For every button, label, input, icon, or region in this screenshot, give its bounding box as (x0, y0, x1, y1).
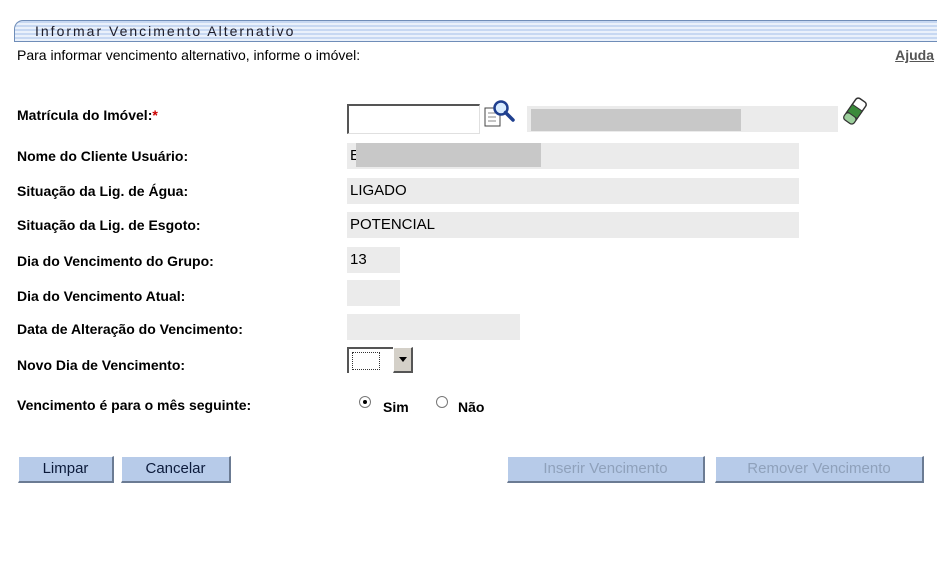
cancelar-button[interactable]: Cancelar (121, 456, 231, 483)
agua-label: Situação da Lig. de Água: (17, 183, 189, 199)
matricula-input[interactable] (347, 104, 480, 134)
novo-dia-select[interactable] (347, 347, 413, 373)
agua-value: LIGADO (347, 178, 799, 204)
radio-nao-label: Não (458, 399, 485, 415)
form-title-bar: Informar Vencimento Alternativo (14, 20, 937, 42)
mes-seguinte-label: Vencimento é para o mês seguinte: (17, 397, 252, 413)
required-mark: * (152, 107, 158, 123)
form-title: Informar Vencimento Alternativo (35, 23, 296, 39)
eraser-icon[interactable] (842, 95, 868, 127)
inserir-vencimento-button[interactable]: Inserir Vencimento (507, 456, 705, 483)
dia-grupo-label: Dia do Vencimento do Grupo: (17, 253, 214, 269)
redacted-block (531, 109, 741, 131)
remover-vencimento-button[interactable]: Remover Vencimento (715, 456, 924, 483)
radio-sim[interactable] (359, 396, 371, 408)
help-link[interactable]: Ajuda (895, 47, 934, 63)
radio-nao[interactable] (436, 396, 448, 408)
matricula-label: Matrícula do Imóvel:* (17, 107, 158, 123)
dia-grupo-value: 13 (347, 247, 400, 273)
redacted-block (356, 143, 541, 167)
limpar-button[interactable]: Limpar (18, 456, 114, 483)
cliente-label: Nome do Cliente Usuário: (17, 148, 189, 164)
instructions-text: Para informar vencimento alternativo, in… (17, 47, 361, 63)
chevron-down-icon[interactable] (393, 347, 413, 373)
select-box[interactable] (347, 347, 393, 373)
data-alteracao-label: Data de Alteração do Vencimento: (17, 321, 243, 337)
search-icon[interactable] (484, 99, 516, 129)
dia-atual-label: Dia do Vencimento Atual: (17, 288, 186, 304)
esgoto-label: Situação da Lig. de Esgoto: (17, 217, 201, 233)
dia-atual-value (347, 280, 400, 306)
radio-sim-label: Sim (383, 399, 409, 415)
data-alteracao-value (347, 314, 520, 340)
esgoto-value: POTENCIAL (347, 212, 799, 238)
novo-dia-label: Novo Dia de Vencimento: (17, 357, 186, 373)
